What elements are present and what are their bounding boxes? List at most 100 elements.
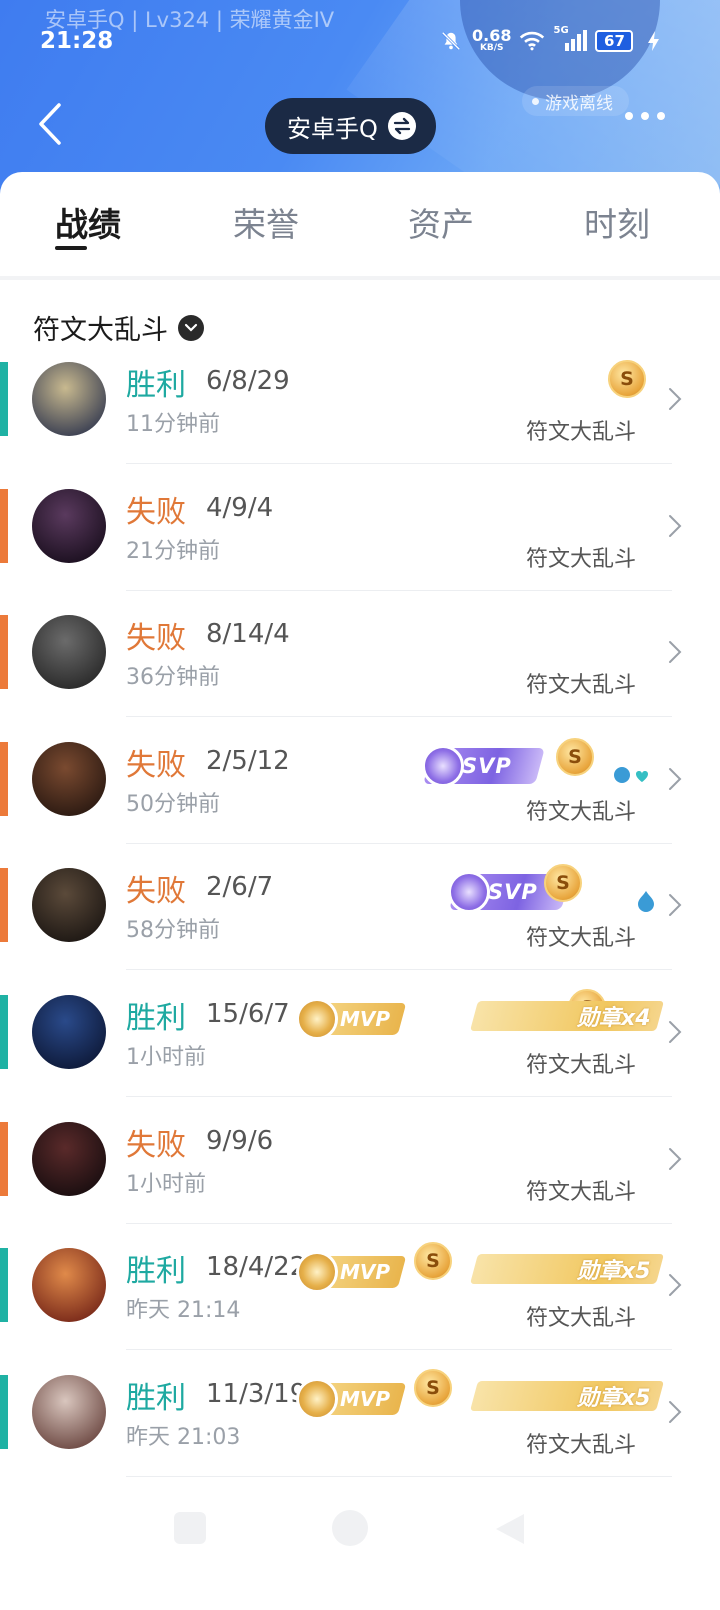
row-separator (126, 969, 672, 971)
hero-avatar (32, 615, 106, 690)
tab-moments[interactable]: 时刻 (584, 198, 650, 246)
chevron-right-icon (669, 1147, 682, 1170)
wifi-icon (519, 29, 545, 53)
battery-icon: 67 (595, 29, 634, 52)
charging-icon (641, 29, 667, 53)
tab-honor[interactable]: 荣誉 (233, 198, 299, 246)
tab-record[interactable]: 战绩 (55, 198, 121, 246)
row-separator (126, 1349, 672, 1351)
chevron-right-icon (669, 1021, 682, 1043)
row-separator (126, 1096, 672, 1097)
match-row[interactable]: 失败 4/9/4 21分钟前 符文大乱斗 (0, 488, 720, 619)
match-time: 21分钟前 (126, 538, 220, 564)
chevron-right-icon (669, 894, 682, 917)
match-result: 失败 (126, 1127, 186, 1163)
hero-avatar (32, 1248, 106, 1323)
match-time: 1小时前 (126, 1171, 206, 1197)
kda-score: 4/9/4 (206, 492, 274, 523)
mode-filter[interactable]: 符文大乱斗 (33, 308, 204, 347)
match-result: 胜利 (126, 1380, 186, 1416)
match-mode: 符文大乱斗 (525, 1179, 636, 1205)
result-indicator-bar (0, 868, 8, 943)
row-separator (126, 463, 672, 464)
match-result: 胜利 (126, 1001, 186, 1036)
back-nav-button[interactable] (494, 1512, 526, 1546)
chevron-right-icon (669, 514, 682, 537)
kda-score: 11/3/19 (206, 1378, 307, 1409)
match-row[interactable]: 失败 9/9/6 1小时前 符文大乱斗 (0, 1121, 720, 1252)
system-nav-bar (0, 1500, 720, 1570)
medal-badge: 勋章x5 (469, 1380, 665, 1411)
match-row[interactable]: 胜利 6/8/29 11分钟前 符文大乱斗 S (0, 360, 720, 492)
dot-icon (657, 112, 665, 120)
match-result: 失败 (126, 747, 186, 783)
dot-icon (641, 112, 649, 120)
match-mode: 符文大乱斗 (525, 546, 636, 572)
swap-icon (387, 112, 416, 140)
section-divider (0, 276, 720, 280)
hero-avatar (32, 868, 106, 943)
gold-coin-icon: S (608, 360, 646, 398)
tab-assets[interactable]: 资产 (408, 198, 474, 246)
match-mode: 符文大乱斗 (525, 420, 636, 445)
match-row[interactable]: 失败 2/5/12 50分钟前 符文大乱斗 SVP S (0, 737, 720, 872)
tab-bar: 战绩 荣誉 资产 时刻 (0, 172, 720, 282)
status-time: 21:28 (40, 28, 114, 54)
mode-filter-label: 符文大乱斗 (33, 315, 168, 346)
match-row[interactable]: 胜利15/6/71小时前符文大乱斗MVPS勋章x4 (0, 989, 720, 1125)
result-indicator-bar (0, 362, 8, 436)
match-result: 失败 (126, 494, 186, 530)
result-indicator-bar (0, 1374, 8, 1449)
status-icons: 0.68 KB/S 5G 67 (438, 25, 667, 53)
kda-score: 15/6/7 (206, 999, 290, 1029)
match-result: 失败 (126, 621, 186, 657)
kda-score: 6/8/29 (206, 366, 290, 396)
medal-badge: 勋章x4 (469, 1001, 665, 1031)
more-options-button[interactable] (625, 112, 665, 120)
mvp-emblem-icon (296, 1377, 338, 1420)
chevron-right-icon (669, 641, 682, 664)
back-button[interactable] (30, 100, 70, 148)
account-switcher[interactable]: 安卓手Q (265, 98, 436, 154)
game-status-text: 游戏离线 (545, 93, 613, 114)
match-mode: 符文大乱斗 (525, 1432, 636, 1458)
game-status-pill: 游戏离线 (522, 86, 629, 116)
row-separator (126, 1475, 672, 1477)
hero-avatar (32, 362, 106, 436)
hero-avatar (32, 1121, 106, 1196)
svp-emblem-icon (422, 744, 464, 787)
chevron-right-icon (669, 1400, 682, 1423)
gold-coin-icon: S (556, 737, 594, 776)
row-separator (126, 716, 672, 718)
kda-score: 2/6/7 (206, 872, 274, 903)
match-result: 胜利 (126, 1254, 186, 1290)
dot-icon (625, 112, 633, 120)
chevron-right-icon (669, 388, 682, 410)
match-mode: 符文大乱斗 (525, 799, 636, 825)
recent-apps-button[interactable] (174, 1512, 206, 1544)
row-separator (126, 842, 672, 844)
match-row[interactable]: 失败 8/14/4 36分钟前 符文大乱斗 (0, 615, 720, 745)
result-indicator-bar (0, 1248, 8, 1323)
row-separator (126, 589, 672, 591)
result-indicator-bar (0, 1121, 8, 1196)
match-mode: 符文大乱斗 (525, 673, 636, 699)
match-time: 11分钟前 (126, 412, 220, 437)
match-time: 1小时前 (126, 1045, 206, 1070)
kda-score: 2/5/12 (206, 745, 290, 776)
row-separator (126, 1222, 672, 1224)
match-time: 昨天 21:03 (126, 1424, 241, 1450)
chevron-right-icon (669, 1274, 682, 1297)
match-time: 昨天 21:14 (126, 1298, 241, 1324)
medal-badge: 勋章x5 (469, 1254, 665, 1285)
chevron-right-icon (669, 767, 682, 790)
match-row[interactable]: 胜利 18/4/22 昨天 21:14 符文大乱斗 MVP S 勋章x5 (0, 1242, 720, 1378)
result-indicator-bar (0, 741, 8, 816)
match-row[interactable]: 失败 2/6/7 58分钟前 符文大乱斗 SVP S (0, 864, 720, 998)
kda-score: 8/14/4 (206, 619, 290, 650)
hero-avatar (32, 1374, 106, 1449)
gold-coin-icon: S (414, 1242, 452, 1281)
home-button[interactable] (332, 1510, 368, 1546)
gold-coin-icon: S (544, 864, 582, 903)
match-row[interactable]: 胜利 11/3/19 昨天 21:03 符文大乱斗 MVP S 勋章x5 (0, 1368, 720, 1505)
